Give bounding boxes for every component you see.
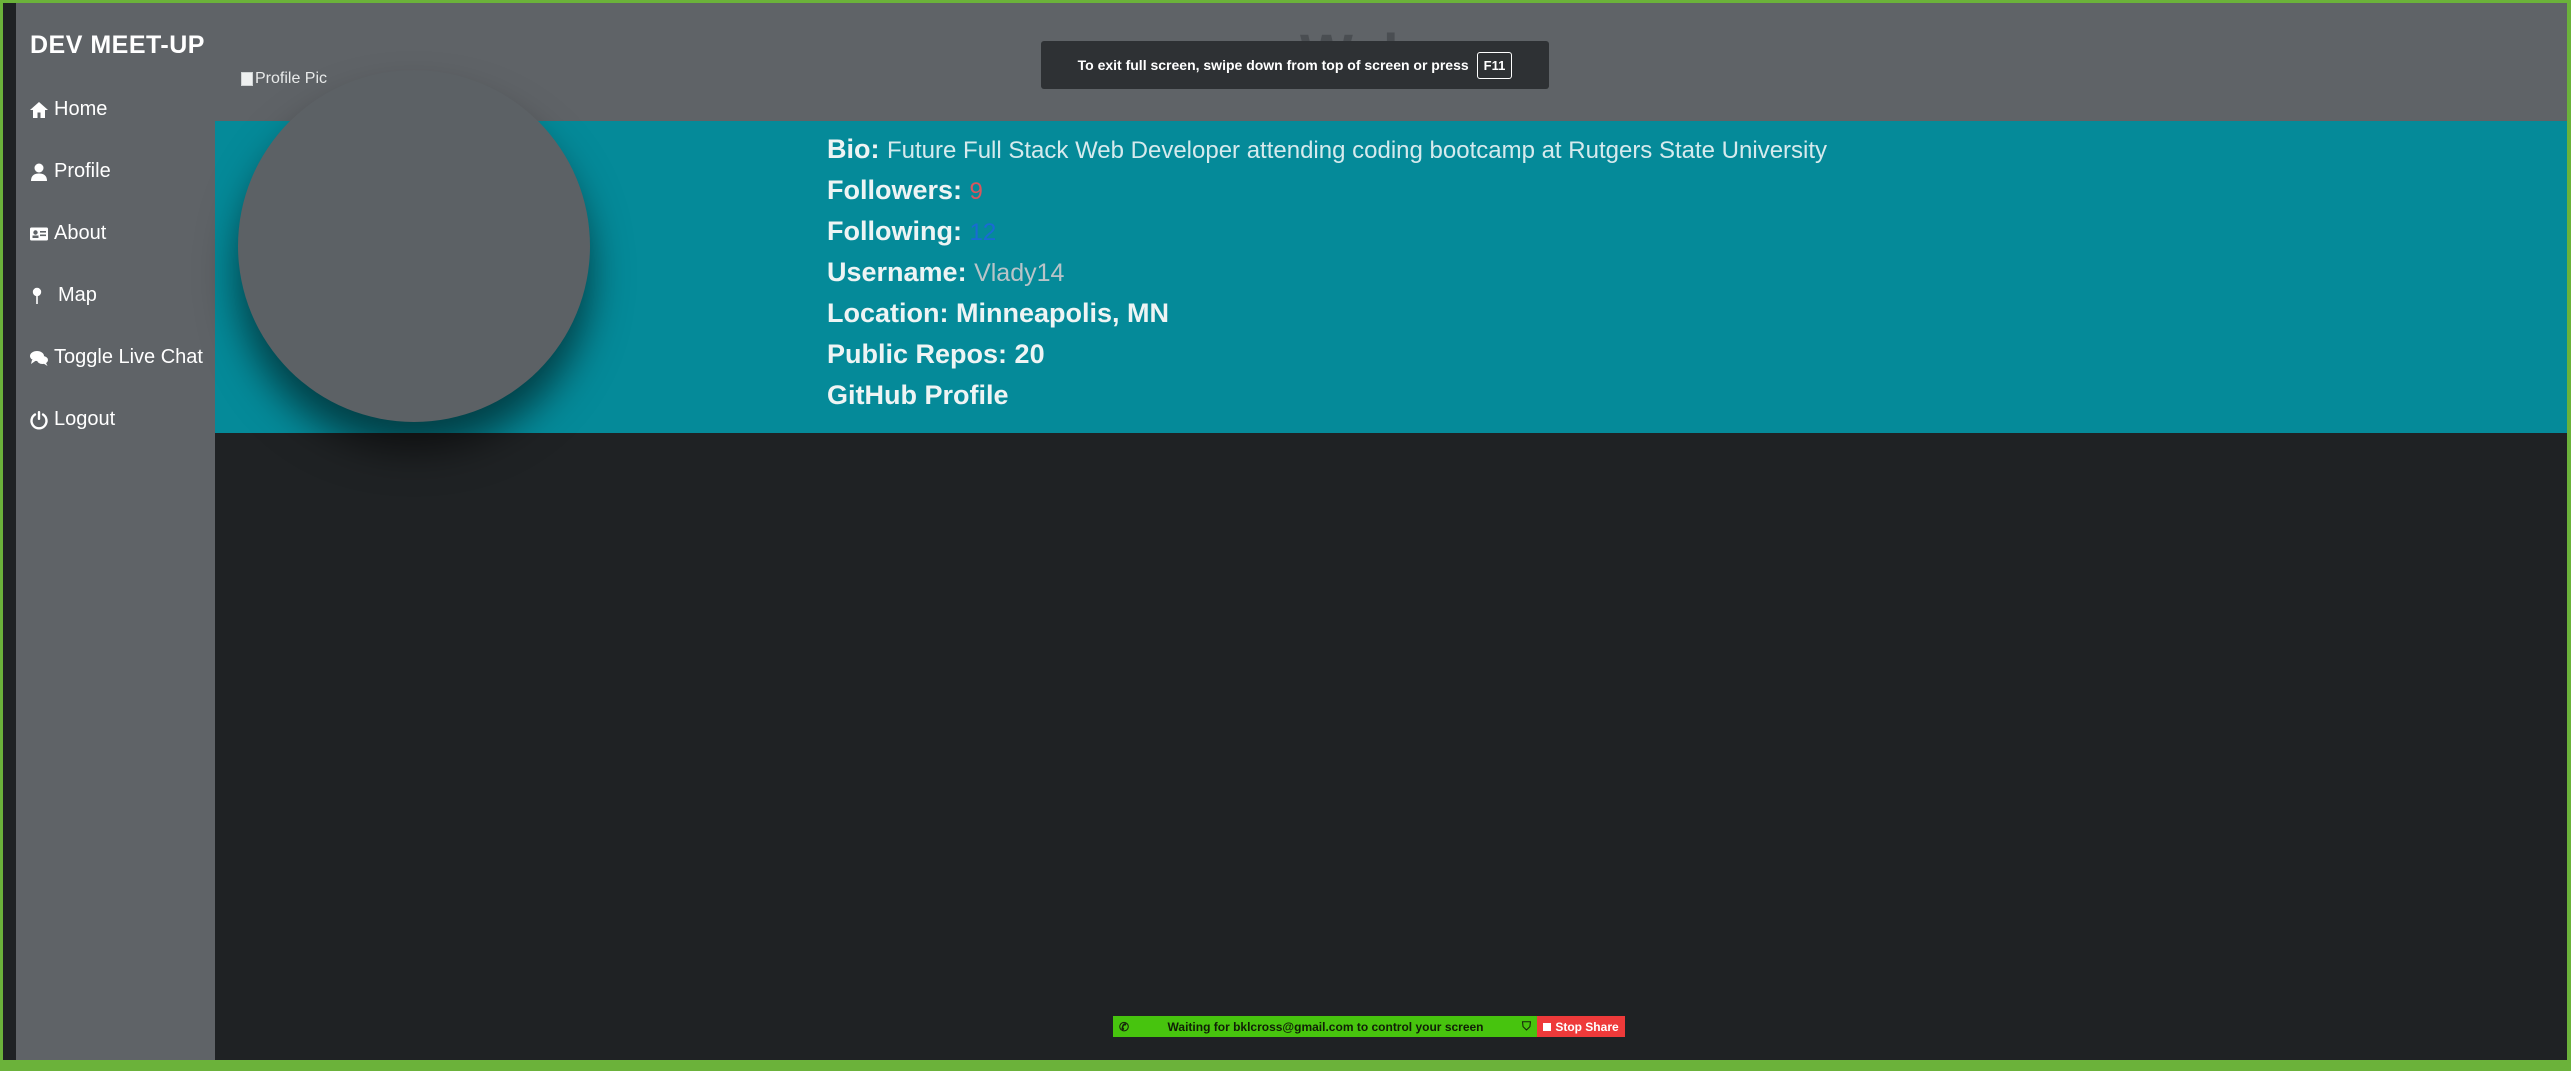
repos-label: Public Repos: (827, 339, 1008, 369)
username-value: Vlady14 (974, 259, 1065, 287)
fullscreen-notice: To exit full screen, swipe down from top… (1041, 41, 1549, 89)
nav-map-label: Map (58, 284, 97, 306)
nav-profile[interactable]: Profile (28, 160, 111, 183)
bio-label: Bio: (827, 134, 880, 164)
nav-home[interactable]: Home (28, 98, 107, 121)
nav-profile-label: Profile (54, 160, 111, 182)
page-header: Welcom To exit full screen, swipe down f… (215, 3, 2567, 121)
username-label: Username: (827, 257, 967, 287)
fullscreen-notice-text: To exit full screen, swipe down from top… (1077, 57, 1469, 73)
home-icon (28, 99, 50, 121)
profile-pic-alt-text: Profile Pic (255, 70, 328, 87)
nav-about[interactable]: About (28, 222, 106, 245)
stop-share-label: Stop Share (1555, 1019, 1619, 1034)
id-card-icon (28, 223, 50, 245)
profile-pic-alt: Profile Pic (241, 70, 327, 88)
brand-title: DEV MEET-UP (30, 31, 205, 59)
profile-avatar (238, 70, 590, 422)
following-label: Following: (827, 216, 962, 246)
repos-value: 20 (1014, 339, 1045, 369)
stop-icon (1543, 1022, 1552, 1031)
sidebar: DEV MEET-UP Home Profile About Map Toggl… (16, 3, 215, 1060)
stop-share-button[interactable]: Stop Share (1537, 1016, 1625, 1037)
bottom-border (3, 1060, 2567, 1067)
followers-row: Followers: 9 (827, 175, 983, 206)
location-label: Location: (827, 298, 949, 328)
nav-logout[interactable]: Logout (28, 408, 115, 431)
location-row: Location: Minneapolis, MN (827, 298, 1169, 329)
nav-toggle-chat-label: Toggle Live Chat (54, 346, 203, 368)
nav-about-label: About (54, 222, 107, 244)
bio-row: Bio: Future Full Stack Web Developer att… (827, 134, 1827, 165)
github-profile-link[interactable]: GitHub Profile (827, 380, 1009, 410)
share-waiting: ✆ Waiting for bklcross@gmail.com to cont… (1113, 1016, 1537, 1037)
screen-share-bar: ✆ Waiting for bklcross@gmail.com to cont… (1113, 1016, 1625, 1037)
f11-key: F11 (1476, 51, 1513, 79)
shield-icon: ⛉ (1521, 1019, 1531, 1033)
share-message: Waiting for bklcross@gmail.com to contro… (1167, 1019, 1484, 1034)
user-icon (28, 161, 50, 183)
following-row: Following: 12 (827, 216, 996, 247)
left-edge-strip (3, 3, 16, 1067)
nav-logout-label: Logout (54, 408, 116, 430)
app-window: DEV MEET-UP Home Profile About Map Toggl… (3, 3, 2567, 1067)
repos-row: Public Repos: 20 (827, 339, 1045, 370)
bio-value: Future Full Stack Web Developer attendin… (887, 137, 1828, 164)
nav-map[interactable]: Map (28, 284, 97, 307)
chat-icon (28, 347, 50, 369)
nav-toggle-chat[interactable]: Toggle Live Chat (28, 346, 203, 369)
following-value: 12 (969, 219, 997, 246)
map-pin-icon (28, 285, 50, 307)
power-icon (28, 409, 50, 431)
followers-value: 9 (969, 178, 983, 205)
location-value: Minneapolis, MN (956, 298, 1170, 328)
broken-image-icon (241, 72, 253, 86)
nav-home-label: Home (54, 98, 108, 120)
phone-icon: ✆ (1119, 1019, 1130, 1034)
username-row: Username: Vlady14 (827, 257, 1064, 288)
followers-label: Followers: (827, 175, 963, 205)
github-row: GitHub Profile (827, 380, 1009, 411)
